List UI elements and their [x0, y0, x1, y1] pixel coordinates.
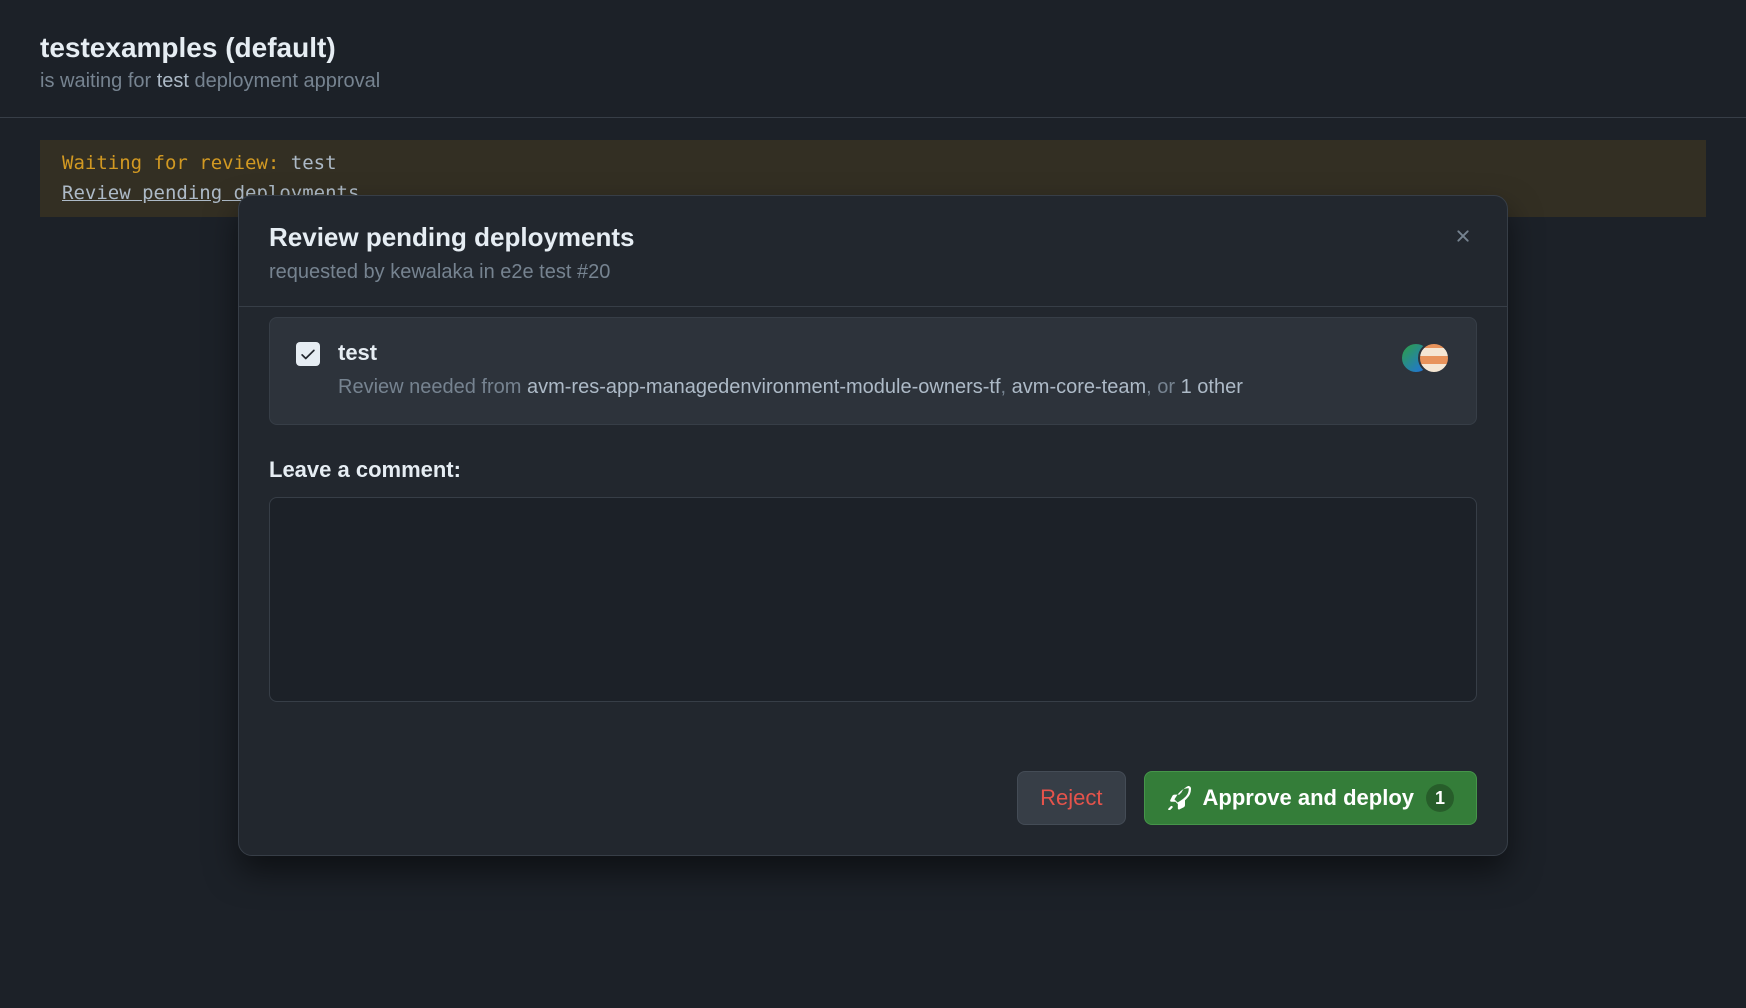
modal-title: Review pending deployments: [269, 222, 635, 253]
log-env: test: [291, 152, 337, 174]
comment-label: Leave a comment:: [269, 457, 1477, 483]
sep-2: , or: [1146, 376, 1180, 398]
modal-subtitle: requested by kewalaka in e2e test #20: [269, 261, 635, 284]
reviewer-3: 1 other: [1181, 376, 1243, 398]
close-button[interactable]: [1449, 222, 1477, 250]
review-deployments-modal: Review pending deployments requested by …: [238, 195, 1508, 856]
modal-body: test Review needed from avm-res-app-mana…: [239, 307, 1507, 855]
approve-count-badge: 1: [1426, 784, 1454, 812]
subtitle-prefix: is waiting for: [40, 70, 157, 92]
reviewer-1: avm-res-app-managedenvironment-module-ow…: [527, 376, 1001, 398]
avatar: [1418, 342, 1450, 374]
checkbox-wrap: [296, 342, 320, 366]
approve-label: Approve and deploy: [1203, 785, 1414, 811]
page-title: testexamples (default): [40, 32, 1706, 64]
log-label: Waiting for review:: [62, 152, 279, 174]
page-subtitle: is waiting for test deployment approval: [40, 70, 1706, 93]
approve-deploy-button[interactable]: Approve and deploy 1: [1144, 771, 1477, 825]
environment-description: Review needed from avm-res-app-manageden…: [338, 372, 1382, 402]
environment-name: test: [338, 340, 1382, 366]
checkmark-icon: [299, 345, 317, 363]
environment-content: test Review needed from avm-res-app-mana…: [338, 340, 1382, 402]
environment-item: test Review needed from avm-res-app-mana…: [269, 317, 1477, 425]
modal-header: Review pending deployments requested by …: [239, 196, 1507, 307]
close-icon: [1453, 226, 1473, 246]
subtitle-suffix: deployment approval: [189, 70, 380, 92]
modal-footer: Reject Approve and deploy 1: [269, 771, 1477, 825]
page-header: testexamples (default) is waiting for te…: [0, 0, 1746, 118]
comment-section: Leave a comment:: [269, 457, 1477, 707]
rocket-icon: [1167, 786, 1191, 810]
reject-label: Reject: [1040, 785, 1102, 811]
reviewer-avatars: [1400, 342, 1450, 374]
sep-1: ,: [1001, 376, 1012, 398]
reject-button[interactable]: Reject: [1017, 771, 1125, 825]
reviewer-2: avm-core-team: [1012, 376, 1146, 398]
comment-textarea[interactable]: [269, 497, 1477, 702]
environment-checkbox[interactable]: [296, 342, 320, 366]
subtitle-env: test: [157, 70, 189, 92]
review-prefix: Review needed from: [338, 376, 527, 398]
